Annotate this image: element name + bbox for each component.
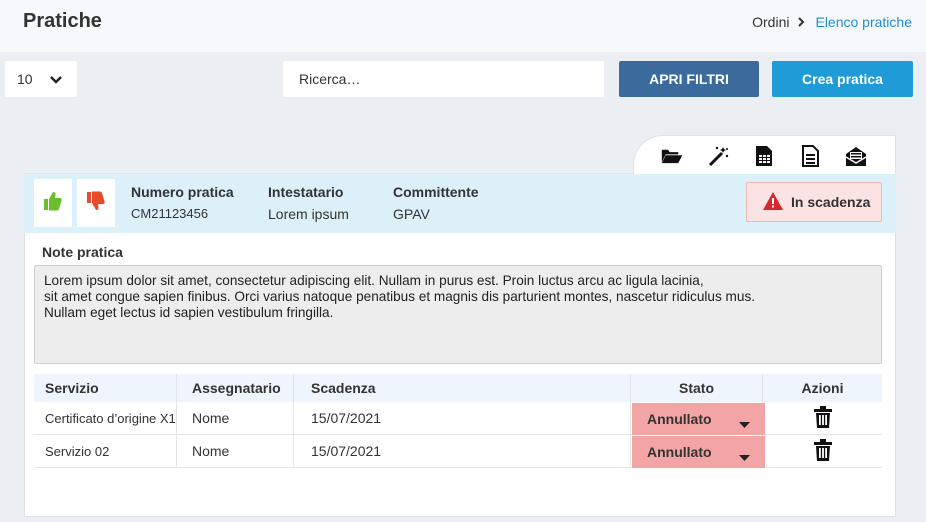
note-textarea[interactable]: Lorem ipsum dolor sit amet, consectetur … — [34, 265, 882, 364]
caret-down-icon — [739, 449, 750, 465]
column-header-azioni: Azioni — [801, 380, 844, 396]
note-line: Nullam eget lectus id sapien vestibulum … — [44, 305, 334, 320]
stato-select[interactable]: Annullato — [632, 436, 765, 468]
stato-value: Annullato — [647, 444, 712, 460]
note-line: Lorem ipsum dolor sit amet, consectetur … — [44, 273, 704, 288]
stato-value: Annullato — [647, 411, 712, 427]
stato-cell: Annullato — [631, 435, 765, 468]
reject-button[interactable] — [77, 179, 115, 227]
azioni-cell — [763, 402, 882, 434]
services-table: Servizio Assegnatario Scadenza Stato Azi… — [34, 374, 882, 468]
thumbs-up-icon — [43, 191, 63, 216]
servizio-cell: Certificato d’origine X1 — [34, 402, 177, 434]
numero-pratica-label: Numero pratica — [131, 184, 234, 200]
page-size-value: 10 — [17, 71, 33, 87]
top-bar: Pratiche Ordini Elenco pratiche — [0, 0, 926, 52]
assegnatario-cell: Nome — [177, 435, 294, 467]
table-row: Certificato d’origine X1 Nome 15/07/2021… — [34, 402, 882, 435]
folder-open-icon[interactable] — [661, 145, 683, 167]
column-header-assegnatario: Assegnatario — [177, 374, 294, 402]
thumbs-down-icon — [86, 191, 106, 216]
note-title: Note pratica — [42, 244, 123, 260]
pratica-header: Numero pratica CM21123456 Intestatario L… — [24, 174, 896, 233]
committente-value: GPAV — [393, 206, 430, 222]
envelope-open-icon[interactable] — [845, 145, 867, 167]
page-title: Pratiche — [23, 10, 102, 32]
warning-icon — [763, 191, 791, 213]
open-filters-button[interactable]: APRI FILTRI — [619, 61, 759, 97]
magic-wand-icon[interactable] — [707, 145, 729, 167]
breadcrumb: Ordini Elenco pratiche — [752, 14, 912, 30]
column-header-servizio: Servizio — [34, 374, 177, 402]
servizio-cell: Servizio 02 — [34, 435, 177, 467]
search-input[interactable] — [283, 61, 604, 97]
scadenza-cell: 15/07/2021 — [294, 402, 631, 434]
chevron-down-icon — [49, 72, 63, 88]
caret-down-icon — [739, 416, 750, 432]
note-line: sit amet congue sapien finibus. Orci var… — [44, 289, 756, 304]
card-action-tab — [633, 135, 896, 175]
table-header: Servizio Assegnatario Scadenza Stato Azi… — [34, 374, 882, 402]
numero-pratica-field: Numero pratica CM21123456 — [131, 184, 234, 221]
intestatario-value: Lorem ipsum — [268, 206, 349, 222]
approve-button[interactable] — [34, 179, 72, 227]
committente-label: Committente — [393, 184, 479, 200]
stato-select[interactable]: Annullato — [632, 403, 765, 435]
azioni-cell — [763, 435, 882, 467]
trash-icon[interactable] — [813, 438, 832, 464]
scadenza-cell: 15/07/2021 — [294, 435, 631, 467]
create-pratica-button[interactable]: Crea pratica — [772, 61, 913, 97]
document-icon[interactable] — [799, 144, 821, 167]
breadcrumb-item-elenco-pratiche[interactable]: Elenco pratiche — [815, 14, 912, 30]
stato-cell: Annullato — [631, 402, 765, 435]
breadcrumb-item-ordini[interactable]: Ordini — [752, 14, 789, 30]
page-size-select[interactable]: 10 — [5, 61, 77, 97]
intestatario-field: Intestatario Lorem ipsum — [268, 184, 349, 222]
assegnatario-cell: Nome — [177, 402, 294, 434]
committente-field: Committente GPAV — [393, 184, 479, 222]
table-row: Servizio 02 Nome 15/07/2021 Annullato — [34, 435, 882, 468]
spreadsheet-icon[interactable] — [753, 145, 775, 167]
status-badge: In scadenza — [746, 182, 882, 222]
column-header-stato: Stato — [631, 374, 763, 402]
intestatario-label: Intestatario — [268, 184, 344, 200]
status-text: In scadenza — [791, 194, 871, 210]
trash-icon[interactable] — [813, 405, 832, 431]
chevron-right-icon — [797, 15, 805, 30]
numero-pratica-value: CM21123456 — [131, 206, 209, 221]
column-header-scadenza: Scadenza — [294, 374, 631, 402]
